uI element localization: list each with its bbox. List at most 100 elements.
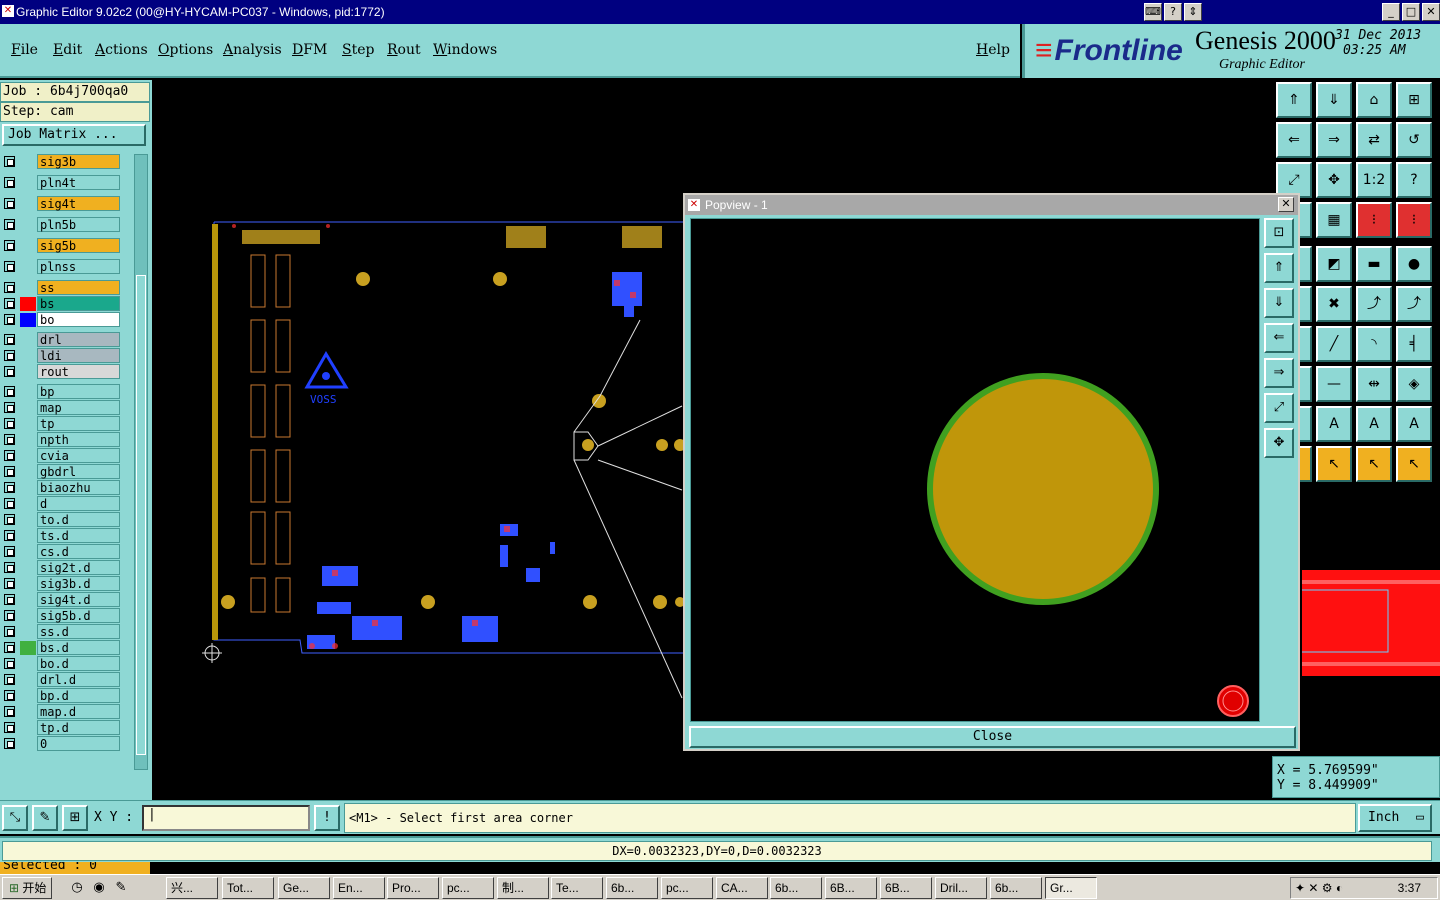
layer-name[interactable]: bo.d bbox=[37, 656, 120, 671]
layer-checkbox[interactable] bbox=[4, 674, 15, 685]
layer-checkbox[interactable] bbox=[4, 530, 15, 541]
layer-name[interactable]: map bbox=[37, 400, 120, 415]
grid-icon[interactable]: ▦ bbox=[1316, 202, 1352, 238]
taskbar-item[interactable]: Dril... bbox=[935, 877, 987, 899]
layer-checkbox[interactable] bbox=[4, 546, 15, 557]
scroll-icon[interactable]: ⇕ bbox=[1184, 3, 1202, 21]
layer-checkbox[interactable] bbox=[4, 642, 15, 653]
home-down-icon[interactable]: ⇓ bbox=[1316, 82, 1352, 118]
keyboard-icon[interactable]: ⌨ bbox=[1144, 3, 1162, 21]
layer-row[interactable]: sig3b bbox=[2, 154, 132, 169]
pointer2-icon[interactable]: ↖ bbox=[1316, 446, 1352, 482]
taskbar-item[interactable]: 兴... bbox=[166, 877, 218, 899]
layer-name[interactable]: bs.d bbox=[37, 640, 120, 655]
layer-checkbox[interactable] bbox=[4, 418, 15, 429]
query-icon[interactable]: ? bbox=[1396, 162, 1432, 198]
layer-name[interactable]: bo bbox=[37, 312, 120, 327]
fill-icon[interactable]: ◩ bbox=[1316, 246, 1352, 282]
layer-name[interactable]: tp.d bbox=[37, 720, 120, 735]
pan-right-icon[interactable]: ⇒ bbox=[1316, 122, 1352, 158]
layer-checkbox[interactable] bbox=[4, 198, 15, 209]
layer-name[interactable]: pln4t bbox=[37, 175, 120, 190]
layer-row[interactable]: sig4t.d bbox=[2, 592, 132, 607]
layer-row[interactable]: ldi bbox=[2, 348, 132, 363]
layer-name[interactable]: 0 bbox=[37, 736, 120, 751]
layer-row[interactable]: bp.d bbox=[2, 688, 132, 703]
layer-row[interactable]: to.d bbox=[2, 512, 132, 527]
dimension-icon[interactable]: ⇹ bbox=[1356, 366, 1392, 402]
layer-row[interactable]: sig2t.d bbox=[2, 560, 132, 575]
tray-icons[interactable]: ✦ ✕ ⚙ ◐ bbox=[1295, 881, 1343, 895]
ie-quick-icon[interactable]: ◉ bbox=[90, 878, 108, 896]
clock-quick-icon[interactable]: ◷ bbox=[68, 878, 86, 896]
taskbar-item[interactable]: pc... bbox=[661, 877, 713, 899]
layer-checkbox[interactable] bbox=[4, 610, 15, 621]
menu-actions[interactable]: Actions bbox=[95, 42, 148, 58]
xy-input[interactable]: | bbox=[142, 805, 310, 831]
layer-name[interactable]: d bbox=[37, 496, 120, 511]
start-button[interactable]: 开始 bbox=[2, 877, 52, 899]
grid-view-icon[interactable]: ⊞ bbox=[1396, 82, 1432, 118]
layer-name[interactable]: bp.d bbox=[37, 688, 120, 703]
layer-checkbox[interactable] bbox=[4, 282, 15, 293]
zoom-1to1-icon[interactable]: 1:2 bbox=[1356, 162, 1392, 198]
layer-row[interactable]: gbdrl bbox=[2, 464, 132, 479]
menu-rout[interactable]: Rout bbox=[387, 42, 421, 58]
layer-checkbox[interactable] bbox=[4, 594, 15, 605]
pointer3-icon[interactable]: ↖ bbox=[1356, 446, 1392, 482]
layer-row[interactable]: pln5b bbox=[2, 217, 132, 232]
layer-name[interactable]: cs.d bbox=[37, 544, 120, 559]
layer-checkbox[interactable] bbox=[4, 334, 15, 345]
taskbar-item[interactable]: 制... bbox=[497, 877, 549, 899]
swap-icon[interactable]: ⇄ bbox=[1356, 122, 1392, 158]
layer-name[interactable]: sig5b.d bbox=[37, 608, 120, 623]
layer-checkbox[interactable] bbox=[4, 690, 15, 701]
help-icon[interactable]: ? bbox=[1164, 3, 1182, 21]
layer-row[interactable]: sig5b.d bbox=[2, 608, 132, 623]
alert-icon[interactable]: ! bbox=[314, 805, 340, 831]
layer-name[interactable]: map.d bbox=[37, 704, 120, 719]
pv-up-icon[interactable]: ⇑ bbox=[1264, 253, 1294, 283]
layer-checkbox[interactable] bbox=[4, 482, 15, 493]
layer-row[interactable]: bp bbox=[2, 384, 132, 399]
taskbar-item[interactable]: Te... bbox=[551, 877, 603, 899]
menu-help[interactable]: Help bbox=[976, 42, 1010, 58]
pv-move-icon[interactable]: ✥ bbox=[1264, 428, 1294, 458]
layer-checkbox[interactable] bbox=[4, 562, 15, 573]
taskbar-item[interactable]: En... bbox=[333, 877, 385, 899]
layer-name[interactable]: npth bbox=[37, 432, 120, 447]
pad-icon[interactable]: ● bbox=[1396, 246, 1432, 282]
layer-row[interactable]: sig4t bbox=[2, 196, 132, 211]
layer-row[interactable]: npth bbox=[2, 432, 132, 447]
layer-checkbox[interactable] bbox=[4, 738, 15, 749]
layer-name[interactable]: gbdrl bbox=[37, 464, 120, 479]
layer-row[interactable]: plnss bbox=[2, 259, 132, 274]
layer-row[interactable]: cs.d bbox=[2, 544, 132, 559]
taskbar-item[interactable]: Gr... bbox=[1045, 877, 1097, 899]
layer-row[interactable]: sig5b bbox=[2, 238, 132, 253]
redraw-icon[interactable]: ↺ bbox=[1396, 122, 1432, 158]
taskbar-item[interactable]: 6b... bbox=[606, 877, 658, 899]
taskbar-item[interactable]: 6B... bbox=[825, 877, 877, 899]
layer-name[interactable]: ss bbox=[37, 280, 120, 295]
layer-name[interactable]: sig3b.d bbox=[37, 576, 120, 591]
layer-name[interactable]: tp bbox=[37, 416, 120, 431]
pv-right-icon[interactable]: ⇒ bbox=[1264, 358, 1294, 388]
notepad-quick-icon[interactable]: ✎ bbox=[112, 878, 130, 896]
layer-row[interactable]: rout bbox=[2, 364, 132, 379]
layer-row[interactable]: cvia bbox=[2, 448, 132, 463]
layer-checkbox[interactable] bbox=[4, 240, 15, 251]
layer-checkbox[interactable] bbox=[4, 156, 15, 167]
snap-grid-icon[interactable]: ⊞ bbox=[62, 805, 88, 831]
pv-left-icon[interactable]: ⇐ bbox=[1264, 323, 1294, 353]
layer-row[interactable]: ts.d bbox=[2, 528, 132, 543]
layer-row[interactable]: tp.d bbox=[2, 720, 132, 735]
layer-name[interactable]: sig5b bbox=[37, 238, 120, 253]
arc-icon[interactable]: ◝ bbox=[1356, 326, 1392, 362]
minimize-button[interactable]: _ bbox=[1382, 3, 1400, 21]
layer-row[interactable]: d bbox=[2, 496, 132, 511]
taskbar-item[interactable]: 6b... bbox=[990, 877, 1042, 899]
layer-checkbox[interactable] bbox=[4, 498, 15, 509]
layer-name[interactable]: sig4t.d bbox=[37, 592, 120, 607]
layer-name[interactable]: ts.d bbox=[37, 528, 120, 543]
